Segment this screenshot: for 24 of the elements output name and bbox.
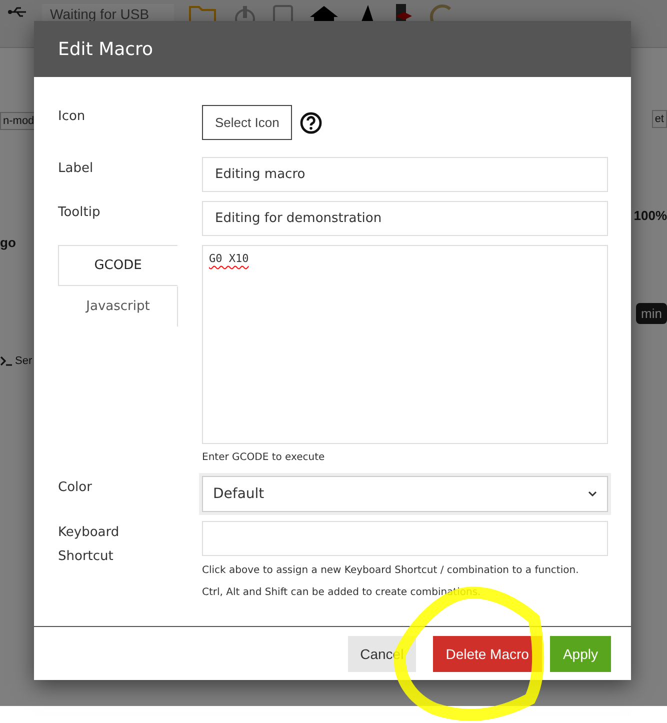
field-label: Color: [58, 479, 93, 497]
field-label: Icon: [58, 108, 86, 126]
select-icon-button[interactable]: Select Icon: [202, 105, 292, 140]
background-label: 100%: [634, 208, 667, 223]
code-tab[interactable]: GCODE: [58, 245, 178, 286]
background-label: Ser: [15, 355, 32, 367]
field-label: Label: [58, 160, 94, 178]
chevron-down-icon: [588, 491, 597, 497]
help-icon[interactable]: [300, 112, 322, 134]
usb-icon[interactable]: [8, 6, 28, 18]
background-button[interactable]: et: [652, 110, 667, 128]
terminal-icon: [0, 356, 12, 366]
label-field[interactable]: Editing macro: [202, 157, 608, 192]
tooltip-field[interactable]: Editing for demonstration: [202, 201, 608, 236]
shortcut-hint: Click above to assign a new Keyboard Shortcut / combination to a function.: [202, 565, 580, 576]
background-label: go: [0, 235, 16, 250]
background-badge: min: [636, 303, 667, 324]
color-select[interactable]: Default: [202, 476, 608, 512]
code-editor[interactable]: G0 X10: [202, 245, 608, 444]
shortcut-field[interactable]: [202, 521, 608, 556]
field-label: Keyboard Shortcut: [58, 524, 120, 566]
code-hint: Enter GCODE to execute: [202, 452, 326, 463]
dialog-title: Edit Macro: [34, 21, 631, 77]
field-label: Tooltip: [58, 204, 102, 222]
